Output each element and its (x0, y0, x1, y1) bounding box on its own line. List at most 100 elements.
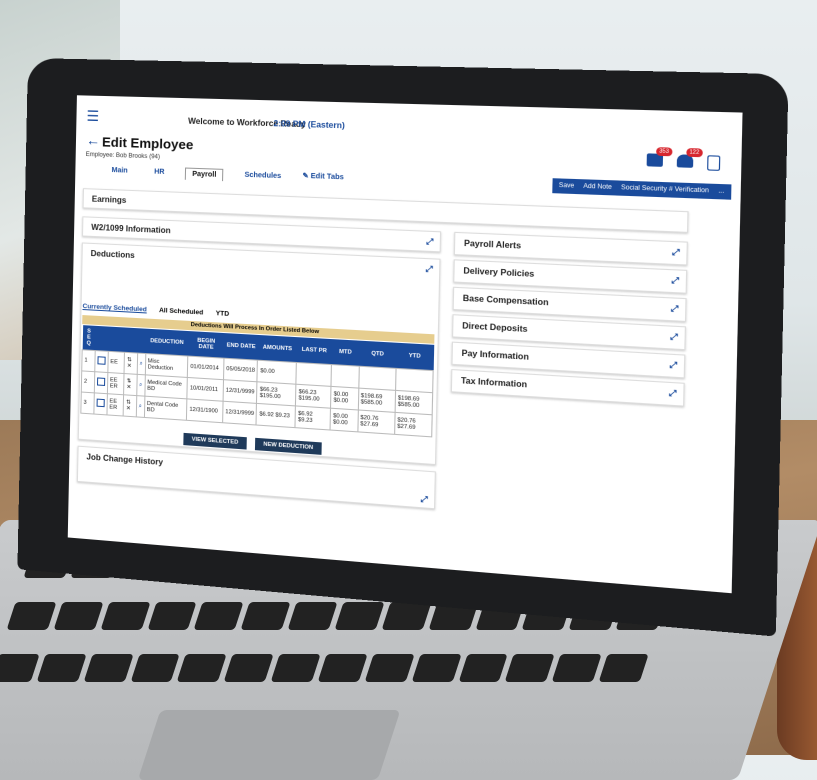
type-cell: EE (107, 351, 125, 374)
checkbox[interactable] (96, 398, 105, 408)
mtd-cell: $0.00 $0.00 (330, 386, 359, 410)
select-cell[interactable] (94, 371, 108, 394)
order-cell[interactable]: ⇅ ✕ (124, 352, 138, 375)
col-order (124, 327, 138, 354)
ytd-cell: $198.69 $585.00 (394, 390, 433, 415)
search-icon[interactable]: ⌕ (139, 382, 142, 388)
amounts-cell: $0.00 (257, 360, 297, 385)
key (381, 602, 432, 630)
tab-schedules[interactable]: Schedules (238, 169, 288, 183)
last-pr-cell: $66.23 $195.00 (295, 384, 332, 409)
end-date-cell: 05/05/2018 (223, 358, 258, 382)
order-cell[interactable]: ⇅ ✕ (123, 373, 137, 396)
ssn-verification-button[interactable]: Social Security # Verification (621, 185, 709, 195)
bell-icon[interactable]: 122 (676, 148, 703, 168)
back-arrow-icon[interactable]: ← (86, 132, 100, 149)
col-begin-date: BEGIN DATE (187, 331, 225, 359)
last-pr-cell: $6.92 $9.23 (295, 405, 331, 431)
checkbox[interactable] (96, 377, 106, 386)
col-seq: S E Q (82, 325, 96, 351)
expand-icon[interactable]: ⤢ (426, 237, 433, 248)
delivery-policies-label: Delivery Policies (463, 266, 535, 279)
expand-icon[interactable]: ⤢ (671, 304, 679, 315)
expand-icon[interactable]: ⤢ (669, 360, 677, 371)
key (458, 654, 509, 682)
col-deduction: DEDUCTION (145, 328, 189, 357)
mail-badge: 353 (655, 147, 673, 157)
add-note-button[interactable]: Add Note (583, 184, 612, 191)
col-select (94, 325, 109, 352)
expand-icon[interactable]: ⤢ (672, 247, 680, 258)
col-qtd: QTD (358, 340, 397, 369)
key (317, 654, 368, 682)
begin-date-cell: 10/01/2011 (187, 377, 224, 402)
ytd-cell: $20.76 $27.69 (394, 412, 433, 437)
expand-icon[interactable]: ⤢ (670, 332, 678, 343)
key (505, 654, 555, 682)
end-date-cell: 12/31/9999 (222, 379, 258, 404)
laptop-screen: ☰ Welcome to Workforce Ready 2:09 PM (Ea… (67, 95, 743, 594)
select-cell[interactable] (93, 392, 108, 415)
more-button[interactable]: ... (718, 188, 724, 195)
key (240, 602, 291, 630)
expand-icon[interactable]: ⤢ (671, 276, 679, 287)
begin-date-cell: 12/31/1900 (186, 398, 223, 423)
tab-ytd[interactable]: YTD (216, 310, 230, 318)
key (270, 654, 321, 682)
key (130, 654, 181, 682)
order-cell[interactable]: ⇅ ✕ (123, 394, 137, 417)
edit-tabs-link[interactable]: ✎ Edit Tabs (302, 172, 344, 186)
delete-icon[interactable]: ✕ (127, 363, 132, 369)
tab-payroll[interactable]: Payroll (184, 167, 224, 182)
expand-icon[interactable]: ⤢ (669, 388, 677, 399)
ytd-cell (395, 368, 434, 393)
key (551, 654, 602, 682)
expand-icon[interactable]: ⤢ (420, 495, 427, 506)
amounts-cell: $66.23 $195.00 (256, 381, 297, 406)
mtd-cell: $0.00 $0.00 (330, 408, 358, 432)
mail-icon[interactable]: 353 (646, 147, 673, 167)
tab-hr[interactable]: HR (148, 166, 171, 179)
deduction-cell: Medical Code BD (144, 374, 188, 399)
seq-cell: 3 (80, 392, 95, 415)
col-amounts: AMOUNTS (257, 334, 298, 363)
base-compensation-label: Base Compensation (462, 293, 549, 308)
document-icon[interactable] (707, 155, 721, 171)
seq-cell: 1 (81, 349, 95, 372)
key (177, 654, 227, 682)
col-mtd: MTD (331, 339, 360, 367)
w2-label: W2/1099 Information (91, 222, 171, 236)
delete-icon[interactable]: ✕ (126, 384, 131, 390)
laptop-lid: ☰ Welcome to Workforce Ready 2:09 PM (Ea… (17, 58, 789, 637)
checkbox[interactable] (97, 356, 106, 365)
deduction-cell: Dental Code BD (144, 396, 188, 421)
expand-icon[interactable]: ⤢ (425, 264, 432, 275)
tax-information-label: Tax Information (460, 375, 528, 390)
delete-icon[interactable]: ✕ (126, 406, 131, 412)
end-date-cell: 12/31/9999 (222, 401, 257, 426)
key (193, 602, 244, 630)
key (334, 602, 385, 630)
begin-date-cell: 01/01/2014 (187, 356, 224, 380)
key (0, 654, 40, 682)
search-icon[interactable]: ⌕ (139, 360, 142, 366)
page-title: Edit Employee (101, 134, 194, 153)
col-last-pr: LAST PR (296, 337, 333, 365)
tab-main[interactable]: Main (105, 165, 134, 178)
key (411, 654, 462, 682)
tab-bar: Main HR Payroll Schedules ✎ Edit Tabs (105, 165, 343, 186)
trackpad (137, 710, 401, 780)
select-cell[interactable] (94, 350, 109, 373)
current-time: 2:09 PM (Eastern) (273, 118, 345, 131)
edit-tabs-label: Edit Tabs (310, 172, 344, 182)
seq-cell: 2 (81, 370, 95, 393)
col-end-date: END DATE (223, 333, 259, 361)
employee-subtitle: Employee: Bob Brooks (94) (85, 151, 161, 161)
save-button[interactable]: Save (559, 183, 575, 190)
search-icon[interactable]: ⌕ (139, 403, 142, 409)
payroll-alerts-label: Payroll Alerts (463, 238, 522, 251)
key (100, 602, 151, 630)
col-type (108, 326, 126, 353)
menu-icon[interactable]: ☰ (86, 108, 99, 126)
mtd-cell (331, 364, 359, 389)
